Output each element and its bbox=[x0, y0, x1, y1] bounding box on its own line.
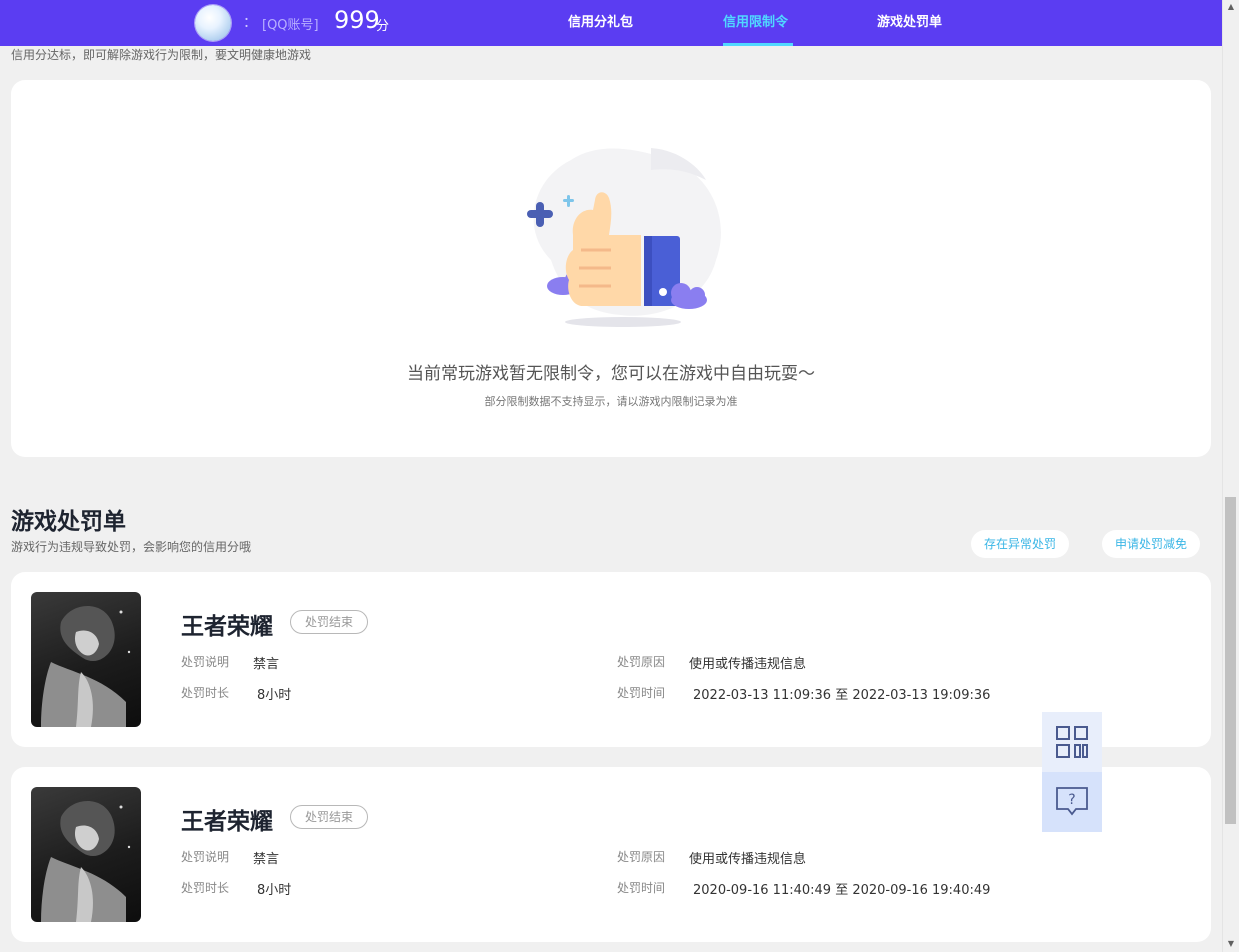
time-label: 处罚时间 bbox=[617, 881, 666, 895]
report-abnormal-penalty-button[interactable]: 存在异常处罚 bbox=[971, 530, 1070, 558]
time-label: 处罚时间 bbox=[617, 686, 666, 700]
game-hero-thumbnail bbox=[31, 787, 141, 922]
tab-credit-gift[interactable]: 信用分礼包 bbox=[568, 0, 633, 46]
scroll-down-arrow[interactable]: ▼ bbox=[1226, 939, 1236, 949]
help-chat-icon: ? bbox=[1056, 787, 1088, 816]
reason-label: 处罚原因 bbox=[617, 655, 666, 669]
top-bar: ： [QQ账号] 999 分 信用分礼包 信用限制令 游戏处罚单 bbox=[0, 0, 1222, 46]
desc-label: 处罚说明 bbox=[181, 655, 230, 669]
reason-value: 使用或传播违规信息 bbox=[689, 852, 807, 867]
reason-label: 处罚原因 bbox=[617, 850, 666, 864]
reason-value: 使用或传播违规信息 bbox=[689, 657, 807, 672]
time-value: 2020-09-16 11:40:49 至 2020-09-16 19:40:4… bbox=[693, 883, 991, 898]
duration-label: 处罚时长 bbox=[181, 686, 230, 700]
scrollbar-thumb[interactable] bbox=[1225, 497, 1236, 824]
status-badge: 处罚结束 bbox=[290, 805, 369, 829]
scroll-up-arrow[interactable]: ▲ bbox=[1226, 2, 1236, 12]
penalty-section-title: 游戏处罚单 bbox=[11, 509, 126, 535]
avatar[interactable] bbox=[195, 5, 231, 41]
empty-state-subtitle: 部分限制数据不支持显示，请以游戏内限制记录为准 bbox=[484, 395, 738, 408]
time-value: 2022-03-13 11:09:36 至 2022-03-13 19:09:3… bbox=[693, 688, 991, 703]
game-name: 王者荣耀 bbox=[181, 614, 273, 640]
empty-state-title: 当前常玩游戏暂无限制令，您可以在游戏中自由玩耍～ bbox=[407, 364, 815, 384]
desc-value: 禁言 bbox=[253, 852, 280, 867]
duration-label: 处罚时长 bbox=[181, 881, 230, 895]
penalty-card: 王者荣耀 处罚结束 处罚说明 禁言 处罚时长 8小时 处罚原因 使用或传播违规信… bbox=[11, 767, 1211, 942]
penalty-section-subtitle: 游戏行为违规导致处罚，会影响您的信用分哦 bbox=[11, 540, 252, 554]
game-name: 王者荣耀 bbox=[181, 809, 273, 835]
tab-game-penalty[interactable]: 游戏处罚单 bbox=[877, 0, 942, 46]
desc-value: 禁言 bbox=[253, 657, 280, 672]
svg-text:?: ? bbox=[1068, 792, 1075, 808]
score-unit: 分 bbox=[376, 19, 390, 34]
account-label: [QQ账号] bbox=[262, 18, 319, 33]
apply-penalty-reduction-button[interactable]: 申请处罚减免 bbox=[1102, 530, 1201, 558]
restriction-empty-card: 当前常玩游戏暂无限制令，您可以在游戏中自由玩耍～ 部分限制数据不支持显示，请以游… bbox=[11, 80, 1211, 457]
colon: ： bbox=[243, 15, 257, 31]
duration-value: 8小时 bbox=[257, 883, 292, 898]
active-tab-indicator bbox=[723, 43, 793, 46]
help-button[interactable]: ? bbox=[1042, 772, 1102, 832]
status-badge: 处罚结束 bbox=[290, 610, 369, 634]
thumbs-up-illustration bbox=[527, 148, 721, 327]
tab-credit-restriction[interactable]: 信用限制令 bbox=[723, 0, 788, 46]
credit-score: 999 bbox=[334, 6, 380, 34]
qr-code-button[interactable] bbox=[1042, 712, 1102, 772]
duration-value: 8小时 bbox=[257, 688, 292, 703]
game-hero-thumbnail bbox=[31, 592, 141, 727]
penalty-card: 王者荣耀 处罚结束 处罚说明 禁言 处罚时长 8小时 处罚原因 使用或传播违规信… bbox=[11, 572, 1211, 747]
restriction-subtitle: 信用分达标，即可解除游戏行为限制，要文明健康地游戏 bbox=[11, 48, 312, 62]
qr-code-icon bbox=[1056, 726, 1088, 758]
desc-label: 处罚说明 bbox=[181, 850, 230, 864]
